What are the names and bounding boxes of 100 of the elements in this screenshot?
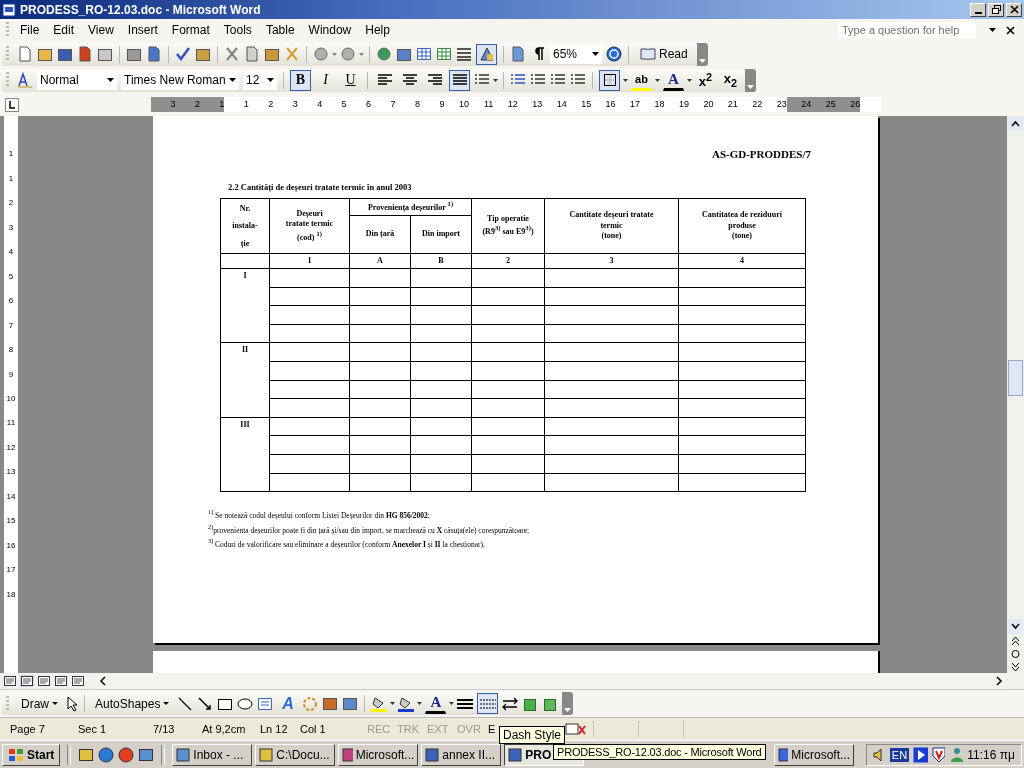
- copy-icon[interactable]: [244, 46, 260, 62]
- taskbar-button[interactable]: Microsoft...: [338, 743, 419, 766]
- fill-color-icon[interactable]: [371, 695, 388, 712]
- dash-style-button[interactable]: [477, 693, 499, 714]
- scroll-up-icon[interactable]: [1008, 116, 1023, 131]
- text-style-button[interactable]: I: [315, 69, 336, 91]
- book-icon: [640, 47, 656, 61]
- play-icon[interactable]: [913, 746, 928, 763]
- read-button[interactable]: Read: [635, 43, 693, 65]
- undo-caret-icon[interactable]: [332, 52, 337, 56]
- text-style-button[interactable]: U: [340, 69, 361, 91]
- menu-item[interactable]: File: [13, 21, 47, 39]
- spelling-icon[interactable]: [175, 46, 191, 62]
- taskbar-button[interactable]: Microsoft...: [774, 743, 854, 766]
- menu-item[interactable]: Help: [358, 21, 397, 39]
- start-button[interactable]: Start: [2, 743, 61, 766]
- zoom-dropdown[interactable]: 65%: [550, 44, 602, 64]
- dropdown-caret-icon: [267, 78, 274, 82]
- help-dropdown-caret-icon[interactable]: [989, 28, 996, 32]
- horizontal-scrollbar[interactable]: [96, 673, 1006, 689]
- view-mode-icon[interactable]: [71, 675, 85, 687]
- fill-caret-icon[interactable]: [390, 702, 396, 705]
- font-size-dropdown[interactable]: 12: [243, 70, 277, 90]
- font-color-caret-icon[interactable]: [449, 702, 455, 705]
- new-document-icon[interactable]: [17, 46, 33, 62]
- text-style-button[interactable]: B: [290, 69, 311, 91]
- toolbar-options-button[interactable]: [562, 692, 574, 715]
- menu-item[interactable]: Table: [258, 21, 302, 39]
- borders-caret-icon[interactable]: [623, 78, 628, 82]
- menu-item[interactable]: Format: [164, 21, 217, 39]
- toolbar-options-button[interactable]: [745, 68, 756, 92]
- arrow-style-icon[interactable]: [502, 695, 519, 712]
- subscript-button[interactable]: x$_{2}$: [720, 69, 741, 91]
- line-caret-icon[interactable]: [417, 702, 423, 705]
- highlight-button[interactable]: ab: [631, 69, 652, 91]
- taskbar-button[interactable]: C:\Docu...: [255, 743, 336, 766]
- menu-item[interactable]: Window: [301, 21, 359, 39]
- shield-icon[interactable]: [931, 746, 945, 763]
- borders-button[interactable]: [599, 69, 620, 91]
- vertical-ruler[interactable]: 1 1 2 3 4 5 6 7 8 9 10 11 12 13 14 15 16 17 18: [4, 116, 18, 673]
- styles-icon[interactable]: [17, 72, 33, 88]
- align-button[interactable]: [449, 69, 470, 91]
- vertical-scrollbar[interactable]: [1007, 116, 1024, 673]
- font-color-button[interactable]: A: [425, 693, 447, 714]
- line-tool-icon[interactable]: [177, 695, 194, 712]
- menu-item[interactable]: View: [81, 21, 121, 39]
- arrow-tool-icon[interactable]: [197, 695, 214, 712]
- style-dropdown[interactable]: Normal: [37, 70, 117, 90]
- text-box-icon[interactable]: [257, 695, 274, 712]
- redo-caret-icon[interactable]: [359, 52, 364, 56]
- menu-item[interactable]: Tools: [216, 21, 259, 39]
- view-mode-icon[interactable]: [54, 675, 68, 687]
- oval-tool-icon[interactable]: [237, 695, 254, 712]
- draw-menu-button[interactable]: Draw: [17, 693, 62, 714]
- help-search-field[interactable]: Type a question for help: [838, 22, 976, 38]
- scroll-down-icon[interactable]: [1008, 619, 1023, 634]
- font-color-caret-icon[interactable]: [687, 78, 692, 82]
- app-icon: [425, 747, 440, 762]
- view-mode-icon[interactable]: [37, 675, 51, 687]
- font-dropdown[interactable]: Times New Roman: [121, 70, 239, 90]
- superscript-button[interactable]: x$^{2}$: [695, 69, 716, 91]
- restore-button[interactable]: [988, 2, 1004, 17]
- tab-selector-icon[interactable]: [5, 97, 19, 112]
- menu-item[interactable]: Insert: [120, 21, 165, 39]
- line-spacing-caret-icon[interactable]: [493, 78, 498, 82]
- toolbar-options-button[interactable]: [696, 42, 708, 66]
- close-document-icon[interactable]: [1006, 25, 1015, 35]
- browse-object-icon[interactable]: [1008, 648, 1023, 660]
- taskbar-button[interactable]: Inbox - ...: [172, 743, 253, 766]
- bullets-icon[interactable]: [530, 73, 546, 87]
- taskbar-button[interactable]: annex II...: [421, 743, 502, 766]
- font-color-button[interactable]: A: [663, 69, 684, 91]
- menu-item[interactable]: Edit: [46, 21, 82, 39]
- spelling-status-icon[interactable]: [565, 722, 588, 736]
- numbering-icon[interactable]: [510, 73, 526, 87]
- scroll-thumb[interactable]: [1008, 360, 1023, 396]
- drawing-icon: [478, 46, 495, 62]
- minimize-button[interactable]: [970, 2, 986, 17]
- line-style-icon[interactable]: [457, 697, 474, 710]
- insert-table-icon[interactable]: [416, 46, 432, 62]
- table-header-cell: Cantitatea de reziduuri produse (tone): [678, 198, 806, 254]
- wordart-button[interactable]: A: [277, 693, 299, 714]
- select-pointer-icon[interactable]: [66, 695, 78, 712]
- insert-worksheet-icon[interactable]: [436, 46, 452, 62]
- autoshapes-menu-button[interactable]: AutoShapes: [91, 693, 174, 714]
- clock: 11:16 πμ: [967, 747, 1015, 762]
- horizontal-ruler[interactable]: 3 2 1 1 2 3 4 5 6 7 8 9 10 11 12 13 14 15 16 17 18 19 20 21 22 23 24 25 26: [151, 97, 881, 112]
- view-mode-icon[interactable]: [3, 675, 17, 687]
- line-color-icon[interactable]: [398, 695, 415, 712]
- drawing-toggle-button[interactable]: [476, 43, 497, 65]
- app-icon: [508, 747, 523, 762]
- installation-number-cell: I: [220, 268, 270, 343]
- status-bar-item: Ln 12: [260, 723, 289, 735]
- view-mode-icon[interactable]: [20, 675, 34, 687]
- windows-flag-icon: [8, 747, 24, 762]
- columns-icon[interactable]: [456, 46, 472, 62]
- close-button[interactable]: [1006, 2, 1022, 17]
- highlight-caret-icon[interactable]: [655, 78, 660, 82]
- language-indicator[interactable]: EN: [889, 747, 910, 762]
- status-bar-item: Page 7: [10, 723, 46, 735]
